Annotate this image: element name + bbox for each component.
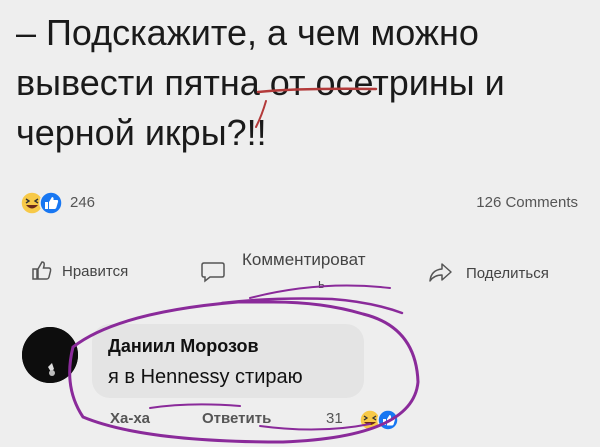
reaction-icons[interactable] — [20, 190, 64, 216]
comment-label-tail: ь — [318, 276, 325, 291]
thumbs-up-icon — [32, 261, 52, 280]
purple-underline — [220, 297, 404, 315]
like-icon — [39, 191, 63, 215]
purple-line — [149, 403, 241, 409]
laugh-reaction-link[interactable]: Ха-ха — [110, 410, 150, 427]
post-line: черной икры?!! — [16, 112, 267, 153]
comment-reaction-icons[interactable] — [358, 408, 402, 432]
comments-count[interactable]: 126 Comments — [476, 194, 578, 211]
comment-author[interactable]: Даниил Морозов — [108, 336, 259, 357]
share-button[interactable]: Поделиться — [428, 260, 588, 288]
avatar[interactable] — [22, 327, 78, 383]
post-line: вывести пятна от осетрины и — [16, 62, 505, 103]
reply-link[interactable]: Ответить — [202, 410, 271, 427]
share-arrow-icon — [429, 263, 452, 282]
laugh-emoji-icon — [359, 409, 381, 431]
post-text: – Подскажите, а чем можно вывести пятна … — [16, 8, 586, 158]
like-icon — [377, 409, 399, 431]
avatar-image — [22, 327, 78, 383]
comment-button[interactable]: Комментироват ь — [200, 250, 410, 291]
reactions-summary: 246 126 Comments — [0, 190, 600, 218]
comment-label: Комментироват — [242, 250, 366, 269]
post-line: – Подскажите, а чем можно — [16, 12, 479, 53]
comment-bubble-icon — [201, 262, 225, 283]
share-label: Поделиться — [466, 265, 549, 282]
comment-reactions-count[interactable]: 31 — [326, 410, 343, 427]
purple-line — [259, 423, 371, 431]
comment-text: я в Hennessy стираю — [108, 366, 303, 388]
like-label: Нравится — [62, 263, 129, 280]
like-button[interactable]: Нравится — [30, 258, 180, 286]
reactions-count[interactable]: 246 — [70, 194, 95, 211]
comment-bubble: Даниил Морозов я в Hennessy стираю — [92, 324, 364, 398]
